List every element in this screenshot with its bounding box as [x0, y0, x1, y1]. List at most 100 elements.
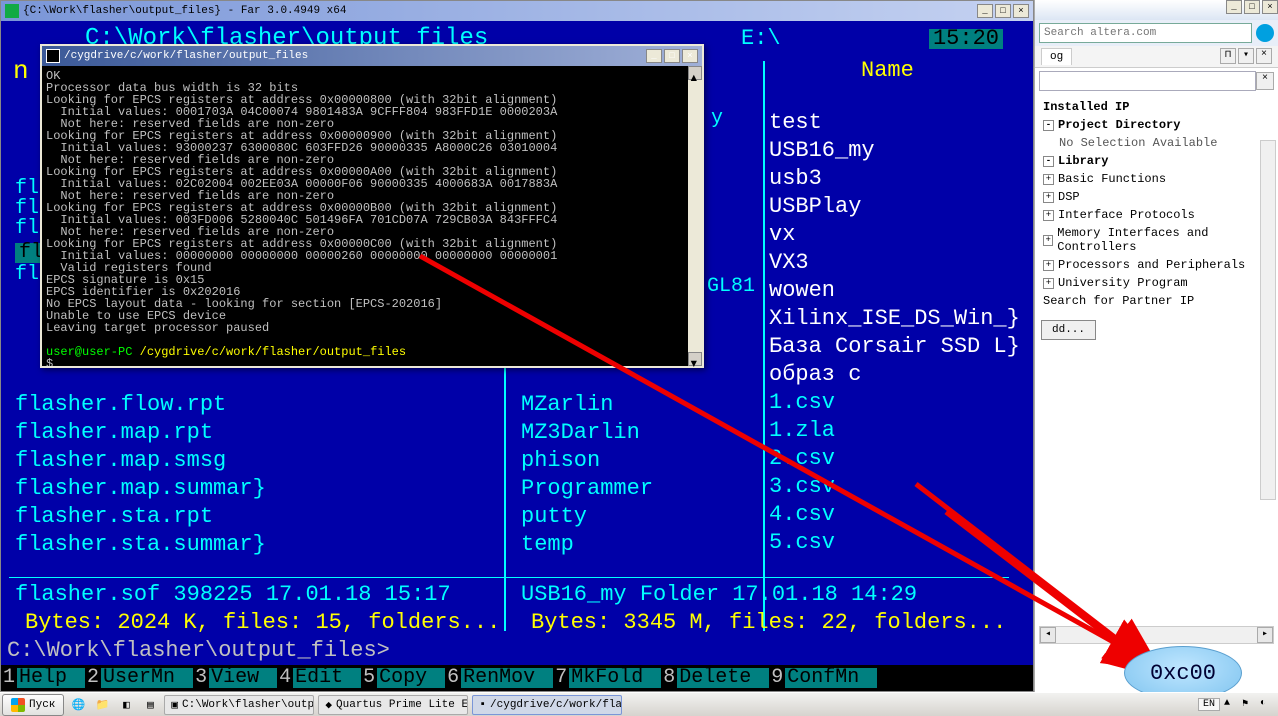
scroll-down-icon[interactable]: ▾: [688, 352, 702, 366]
maximize-button[interactable]: □: [995, 4, 1011, 18]
list-item[interactable]: Xilinx_ISE_DS_Win_}: [769, 305, 1020, 333]
list-item[interactable]: 4.csv: [769, 501, 1020, 529]
file-stub[interactable]: fl: [15, 179, 39, 199]
f3-view[interactable]: 3View: [193, 665, 277, 691]
terminal-output[interactable]: OK Processor data bus width is 32 bits L…: [42, 66, 702, 366]
list-item[interactable]: flasher.sta.summar}: [15, 531, 266, 559]
f4-edit[interactable]: 4Edit: [277, 665, 361, 691]
start-button[interactable]: Пуск: [2, 694, 64, 716]
minimize-button[interactable]: _: [1226, 0, 1242, 14]
list-item[interactable]: temp: [521, 531, 653, 559]
f1-help[interactable]: 1Help: [1, 665, 85, 691]
close-button[interactable]: ×: [682, 49, 698, 63]
task-cygwin[interactable]: ▪/cygdrive/c/work/fla...: [472, 695, 622, 715]
f2-usermenu[interactable]: 2UserMn: [85, 665, 193, 691]
tree-university-program[interactable]: +University Program: [1037, 274, 1276, 292]
search-input[interactable]: [1039, 23, 1252, 43]
right-file-list: test USB16_my usb3 USBPlay vx VX3 wowen …: [769, 109, 1020, 557]
search-row: [1035, 20, 1278, 46]
f9-confmn[interactable]: 9ConfMn: [769, 665, 877, 691]
tree-project-directory[interactable]: -Project Directory: [1037, 116, 1276, 134]
cygwin-terminal-window: /cygdrive/c/work/flasher/output_files _ …: [40, 44, 704, 368]
app-icon[interactable]: ◧: [115, 695, 137, 715]
status-right: USB16_my Folder 17.01.18 14:29: [521, 585, 917, 605]
list-item[interactable]: USB16_my: [769, 137, 1020, 165]
command-prompt[interactable]: C:\Work\flasher\output_files>: [7, 641, 390, 661]
minimize-button[interactable]: _: [646, 49, 662, 63]
list-item[interactable]: flasher.sta.rpt: [15, 503, 266, 531]
close-tab-icon[interactable]: ×: [1256, 48, 1272, 64]
maximize-button[interactable]: □: [1244, 0, 1260, 14]
list-item[interactable]: USBPlay: [769, 193, 1020, 221]
file-stub[interactable]: fl: [15, 219, 39, 239]
tree-memory-interfaces[interactable]: +Memory Interfaces and Controllers: [1037, 224, 1276, 256]
scroll-right-icon[interactable]: ▸: [1257, 627, 1273, 643]
list-item[interactable]: VX3: [769, 249, 1020, 277]
list-item[interactable]: phison: [521, 447, 653, 475]
tree-interface-protocols[interactable]: +Interface Protocols: [1037, 206, 1276, 224]
list-item[interactable]: flasher.map.rpt: [15, 419, 266, 447]
list-item[interactable]: 1.zla: [769, 417, 1020, 445]
explorer-icon[interactable]: 📁: [91, 695, 113, 715]
list-item[interactable]: Programmer: [521, 475, 653, 503]
dropdown-icon[interactable]: ▾: [1238, 48, 1254, 64]
list-item[interactable]: 3.csv: [769, 473, 1020, 501]
list-item[interactable]: flasher.flow.rpt: [15, 391, 266, 419]
quartus-panel: _ □ × og ⊓ ▾ × × Installed IP -Project D…: [1034, 0, 1278, 692]
bottom-scrollbar[interactable]: ◂ ▸: [1039, 626, 1274, 644]
scroll-up-icon[interactable]: ▴: [688, 66, 702, 80]
scroll-left-icon[interactable]: ◂: [1040, 627, 1056, 643]
f5-copy[interactable]: 5Copy: [361, 665, 445, 691]
list-item[interactable]: образ с: [769, 361, 1020, 389]
task-quartus[interactable]: ◆Quartus Prime Lite Editio...: [318, 695, 468, 715]
tree-basic-functions[interactable]: +Basic Functions: [1037, 170, 1276, 188]
tray-icon[interactable]: ⚑: [1242, 698, 1256, 712]
tray-icon[interactable]: ▲: [1224, 698, 1238, 712]
list-item[interactable]: База Corsair SSD L}: [769, 333, 1020, 361]
list-item[interactable]: vx: [769, 221, 1020, 249]
file-stub[interactable]: fl: [15, 199, 39, 219]
f6-renmov[interactable]: 6RenMov: [445, 665, 553, 691]
list-item[interactable]: 1.csv: [769, 389, 1020, 417]
list-item[interactable]: MZ3Darlin: [521, 419, 653, 447]
scroll-track[interactable]: [688, 80, 702, 352]
search-icon[interactable]: [1256, 24, 1274, 42]
list-item[interactable]: 2.csv: [769, 445, 1020, 473]
tree-search-partner-ip[interactable]: Search for Partner IP: [1037, 292, 1276, 310]
close-button[interactable]: ×: [1262, 0, 1278, 14]
list-item[interactable]: MZarlin: [521, 391, 653, 419]
maximize-button[interactable]: □: [664, 49, 680, 63]
tree-processors[interactable]: +Processors and Peripherals: [1037, 256, 1276, 274]
task-far[interactable]: ▣C:\Work\flasher\output...: [164, 695, 314, 715]
list-item[interactable]: usb3: [769, 165, 1020, 193]
far-titlebar[interactable]: {C:\Work\flasher\output_files} - Far 3.0…: [1, 1, 1033, 21]
cygwin-titlebar[interactable]: /cygdrive/c/work/flasher/output_files _ …: [42, 46, 702, 66]
tree-installed-ip[interactable]: Installed IP: [1037, 98, 1276, 116]
status-left-bytes: Bytes: 2024 K, files: 15, folders...: [25, 613, 500, 633]
terminal-scrollbar[interactable]: ▴ ▾: [688, 66, 702, 366]
pin-icon[interactable]: ⊓: [1220, 48, 1236, 64]
ie-icon[interactable]: 🌐: [67, 695, 89, 715]
close-button[interactable]: ×: [1013, 4, 1029, 18]
list-item[interactable]: flasher.map.summar}: [15, 475, 266, 503]
add-button[interactable]: dd...: [1041, 320, 1096, 340]
f8-delete[interactable]: 8Delete: [661, 665, 769, 691]
minimize-button[interactable]: _: [977, 4, 993, 18]
list-item[interactable]: test: [769, 109, 1020, 137]
tray-icon[interactable]: ◐: [1260, 698, 1274, 712]
list-item[interactable]: wowen: [769, 277, 1020, 305]
f7-mkfold[interactable]: 7MkFold: [553, 665, 661, 691]
filter-input[interactable]: [1039, 71, 1256, 91]
list-item[interactable]: putty: [521, 503, 653, 531]
tree-library[interactable]: -Library: [1037, 152, 1276, 170]
tab-og[interactable]: og: [1041, 48, 1072, 65]
list-item[interactable]: flasher.map.smsg: [15, 447, 266, 475]
panel-divider: [763, 61, 765, 631]
app-icon[interactable]: ▤: [139, 695, 161, 715]
clear-filter-icon[interactable]: ×: [1256, 72, 1274, 90]
language-indicator[interactable]: EN: [1198, 698, 1220, 711]
file-stub[interactable]: fl: [15, 265, 39, 285]
list-item[interactable]: 5.csv: [769, 529, 1020, 557]
tree-scrollbar[interactable]: [1260, 140, 1276, 500]
tree-dsp[interactable]: +DSP: [1037, 188, 1276, 206]
